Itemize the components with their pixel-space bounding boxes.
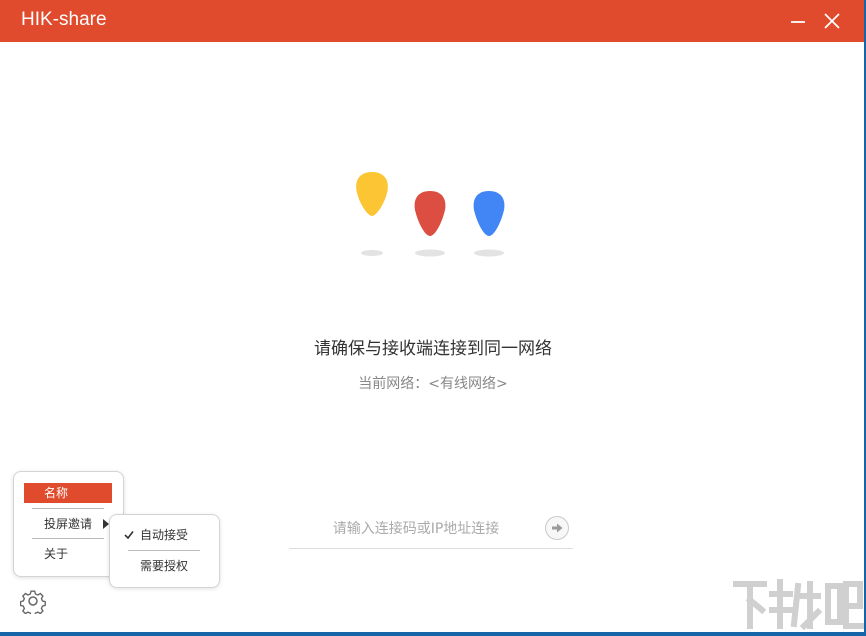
connect-go-button[interactable]: [545, 516, 569, 540]
close-icon: [824, 13, 840, 29]
page-headline: 请确保与接收端连接到同一网络: [314, 339, 552, 359]
yellow-drop-icon: [356, 172, 388, 256]
network-label: 当前网络：: [358, 376, 429, 392]
arrow-right-circle-icon: [552, 523, 563, 533]
menu-divider: [32, 538, 104, 539]
menu-divider: [32, 508, 104, 509]
menu-divider: [128, 550, 200, 551]
minimize-button[interactable]: [785, 8, 811, 34]
submenu-item-auto-accept[interactable]: 自动接受: [124, 525, 214, 545]
title-bar[interactable]: HIK-share: [0, 0, 864, 42]
menu-item-name[interactable]: 名称: [24, 483, 112, 503]
gear-icon: [19, 590, 46, 617]
network-illustration: [356, 172, 505, 257]
red-drop-icon: [414, 191, 446, 257]
watermark-logo: [733, 579, 864, 631]
app-title: HIK-share: [21, 9, 107, 30]
menu-item-cast-invite-label: 投屏邀请: [44, 517, 93, 531]
submenu-item-require-auth[interactable]: 需要授权: [140, 556, 210, 576]
menu-item-about[interactable]: 关于: [44, 544, 104, 564]
submenu-item-auto-accept-label: 自动接受: [140, 528, 189, 542]
connect-code-input[interactable]: [289, 514, 543, 544]
close-button[interactable]: [819, 8, 845, 34]
minimize-icon: [791, 21, 805, 23]
app-window: HIK-share 请确保与接收端连接到同一网络 当前网络：<有线网络> 请输入…: [0, 0, 866, 636]
menu-item-cast-invite[interactable]: 投屏邀请: [44, 514, 116, 534]
cast-invite-submenu: 自动接受 需要授权: [109, 514, 220, 588]
blue-drop-icon: [473, 191, 505, 257]
current-network: 当前网络：<有线网络>: [0, 373, 866, 393]
checkmark-icon: [124, 531, 134, 540]
network-value: <有线网络>: [428, 376, 508, 392]
settings-button[interactable]: [19, 588, 46, 617]
settings-menu: 名称 投屏邀请 关于: [13, 471, 124, 577]
connect-box: [289, 510, 573, 549]
